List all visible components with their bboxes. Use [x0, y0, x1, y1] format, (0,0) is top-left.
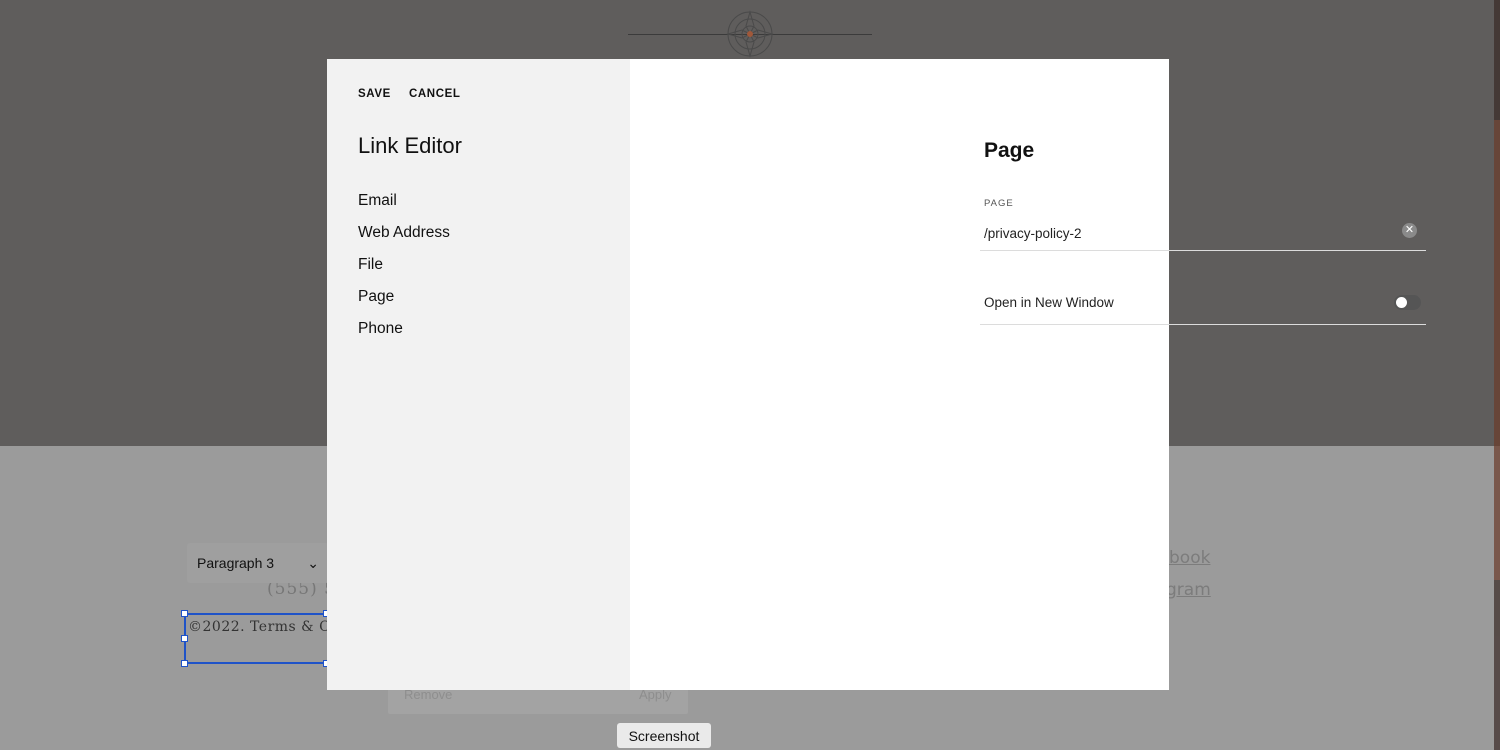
link-editor-sidebar: SAVE CANCEL Link Editor Email Web Addres… — [327, 59, 630, 690]
window-edge — [1494, 0, 1500, 750]
chevron-down-icon: ⌄ — [307, 554, 319, 571]
screenshot-button[interactable]: Screenshot — [617, 723, 711, 748]
new-window-row: Open in New Window — [980, 287, 1426, 325]
link-type-file[interactable]: File — [358, 255, 450, 287]
link-type-web-address[interactable]: Web Address — [358, 223, 450, 255]
section-title: Page — [984, 139, 1035, 162]
footer-link-instagram[interactable]: gram — [1166, 580, 1211, 600]
mandala-logo-icon — [726, 10, 774, 58]
new-window-label: Open in New Window — [984, 295, 1114, 310]
link-type-phone[interactable]: Phone — [358, 319, 450, 351]
link-type-list: Email Web Address File Page Phone — [358, 191, 450, 351]
paragraph-style-select[interactable]: Paragraph 3 ⌄ — [187, 543, 329, 583]
resize-handle[interactable] — [181, 635, 188, 642]
page-input[interactable] — [980, 217, 1426, 251]
link-editor-modal: SAVE CANCEL Link Editor Email Web Addres… — [327, 59, 1426, 690]
text-block-selection[interactable] — [181, 610, 344, 667]
save-button[interactable]: SAVE — [358, 88, 391, 100]
footer-link-facebook[interactable]: book — [1169, 548, 1210, 568]
modal-title: Link Editor — [358, 133, 462, 158]
clear-icon[interactable]: ✕ — [1402, 223, 1417, 238]
resize-handle[interactable] — [181, 660, 188, 667]
link-type-email[interactable]: Email — [358, 191, 450, 223]
link-type-page[interactable]: Page — [358, 287, 450, 319]
toggle-knob — [1396, 297, 1407, 308]
cancel-button[interactable]: CANCEL — [409, 88, 461, 100]
new-window-toggle[interactable] — [1394, 295, 1421, 310]
paragraph-style-value: Paragraph 3 — [197, 555, 275, 571]
page-field-label: PAGE — [984, 198, 1014, 209]
link-editor-panel: Page PAGE ✕ Open in New Window — [630, 59, 1426, 690]
resize-handle[interactable] — [181, 610, 188, 617]
